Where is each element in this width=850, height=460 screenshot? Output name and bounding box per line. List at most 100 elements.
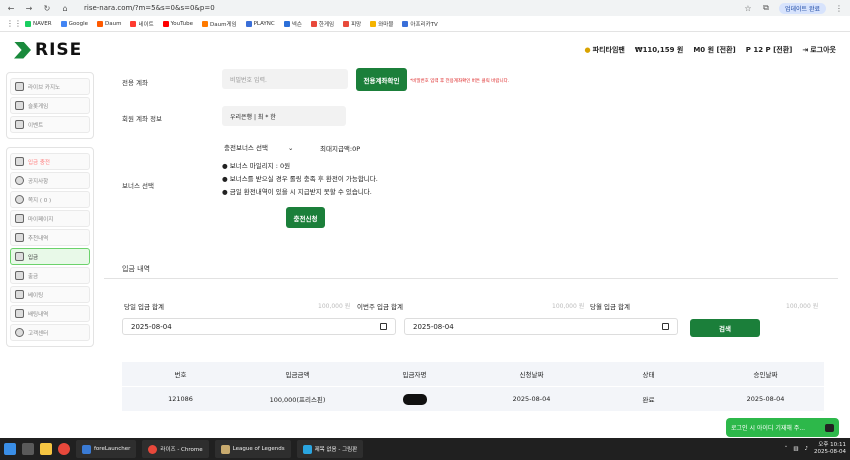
nate-icon	[130, 20, 137, 27]
sidebar-item-withdraw[interactable]: 출금	[10, 267, 90, 284]
logout-icon: ⇥	[802, 46, 809, 54]
address-bar[interactable]: rise-nara.com/?m=5&s=0&s=0&p=0	[84, 4, 215, 12]
check-account-button[interactable]: 전용계좌확인	[356, 68, 407, 91]
site-logo[interactable]: RISE	[14, 40, 82, 60]
cash-balance: ₩110,159 원	[634, 46, 684, 54]
tray-chevron-icon[interactable]: ˄	[785, 446, 788, 452]
col-header-number: 번호	[174, 371, 187, 379]
points-convert[interactable]: P 12 P [전환]	[746, 45, 793, 55]
home-icon[interactable]: ⌂	[60, 4, 70, 13]
logout-button[interactable]: ⇥ 로그아웃	[802, 45, 836, 55]
sidebar-item-live-casino[interactable]: 라이브 카지노	[10, 78, 90, 95]
sidebar-item-messages[interactable]: 쪽지 ( 0 )	[10, 191, 90, 208]
account-label: 전용 계좌	[122, 79, 148, 87]
deposit-icon	[15, 252, 24, 261]
bookmark-daum[interactable]: Daum	[97, 20, 121, 27]
monthly-sum-label: 당월 입금 합계	[590, 303, 631, 311]
user-level-icon: ●	[584, 46, 591, 54]
browser-toolbar: ← → ↻ ⌂ rise-nara.com/?m=5&s=0&s=0&p=0 ☆…	[0, 0, 850, 16]
forward-icon[interactable]: →	[24, 4, 34, 13]
search-button[interactable]: 검색	[690, 319, 760, 337]
toast-text: 로그인 시 아이디 기재해 주...	[731, 425, 806, 432]
apply-charge-button[interactable]: 충전신청	[286, 207, 325, 228]
taskbar-app-league[interactable]: League of Legends	[214, 440, 291, 458]
back-icon[interactable]: ←	[6, 4, 16, 13]
row-status: 완료	[642, 396, 655, 404]
date-to-input[interactable]: 2025-08-04	[404, 318, 678, 335]
network-icon[interactable]: ▥	[793, 446, 798, 452]
nexon-icon	[283, 20, 290, 27]
site-header: RISE ● 파티타임팬 ₩110,159 원 M0 원 [전환] P 12 P …	[0, 32, 850, 68]
bookmark-star-icon[interactable]: ☆	[743, 4, 753, 13]
bookmark-plaync[interactable]: PLAYNC	[245, 20, 275, 27]
taskbar-app-paint[interactable]: 제목 없음 - 그림판	[296, 440, 364, 458]
row-request-date: 2025-08-04	[512, 395, 551, 403]
bookmark-wamarble[interactable]: 와마블	[370, 20, 393, 28]
taskbar-app-chrome[interactable]: 라이즈 - Chrome	[142, 440, 209, 458]
calendar-icon[interactable]	[662, 323, 669, 330]
sidebar-item-mypage[interactable]: 마이페이지	[10, 210, 90, 227]
history-icon	[15, 309, 24, 318]
monthly-sum-value: 100,000 원	[786, 303, 819, 310]
sidebar-item-betting-history[interactable]: 배팅내역	[10, 305, 90, 322]
row-amount: 100,000(프리스핀)	[269, 396, 326, 404]
bookmark-nexon[interactable]: 넥슨	[283, 20, 302, 28]
paint-icon	[302, 444, 312, 454]
taskbar-app-forelauncher[interactable]: foreLauncher	[76, 440, 137, 458]
calendar-icon[interactable]	[380, 323, 387, 330]
menu-icon[interactable]: ⋮	[834, 4, 844, 13]
sidebar-item-betting[interactable]: 베이팅	[10, 286, 90, 303]
brand-name: RISE	[35, 40, 83, 60]
sidebar-item-slot[interactable]: 슬롯게임	[10, 97, 90, 114]
chat-icon[interactable]	[825, 423, 834, 432]
google-icon	[60, 20, 67, 27]
bookmark-daum-game[interactable]: Daum게임	[202, 20, 237, 28]
bookmark-youtube[interactable]: YouTube	[162, 20, 193, 27]
m-balance-convert[interactable]: M0 원 [전환]	[693, 45, 735, 55]
forelauncher-icon	[82, 444, 91, 454]
bookmark-pmang[interactable]: 피망	[343, 20, 361, 28]
row-number: 121086	[168, 395, 193, 403]
apps-grid-icon[interactable]: ⋮⋮	[6, 19, 22, 28]
sidebar-item-referral[interactable]: 추천내역	[10, 229, 90, 246]
sidebar-item-notice[interactable]: 공지사항	[10, 172, 90, 189]
system-clock[interactable]: 오후 10:11 2025-08-04	[814, 442, 846, 456]
weekly-sum-label: 이번주 입금 합계	[357, 303, 403, 311]
extensions-icon[interactable]: ⧉	[761, 3, 771, 13]
bookmark-naver[interactable]: NAVER	[25, 20, 52, 27]
naver-icon	[25, 20, 31, 27]
redacted-name	[402, 393, 427, 405]
table-header: 번호 입금금액 입금자명 신청날짜 상태 승인날짜	[122, 362, 824, 386]
sidebar-item-deposit[interactable]: 입금	[10, 248, 90, 265]
bookmark-afreecatv[interactable]: 아프리카TV	[402, 20, 438, 28]
bonus-select[interactable]: 충전보너스 선택 ⌄	[224, 142, 293, 152]
betting-icon	[15, 290, 24, 299]
col-header-approve-date: 승인날짜	[753, 371, 778, 379]
weekly-sum-value: 100,000 원	[552, 303, 585, 310]
password-input[interactable]: 비밀번호 입력.	[222, 69, 348, 89]
sidebar-item-support[interactable]: 고객센터	[10, 324, 90, 341]
daum-game-icon	[202, 20, 209, 27]
bonus-notes: ● 보너스 마일리지 : 0원 ● 보너스를 받으실 경우 롤링 충족 후 환전…	[222, 162, 378, 196]
chrome-icon	[148, 444, 158, 454]
volume-icon[interactable]: ♪	[805, 446, 809, 452]
league-icon	[220, 444, 230, 454]
chat-toast[interactable]: 로그인 시 아이디 기재해 주...	[726, 418, 839, 437]
file-explorer-icon[interactable]	[40, 443, 52, 455]
bookmark-google[interactable]: Google	[60, 20, 88, 27]
member-account-value: 우리은행 | 최 * 한	[222, 106, 346, 126]
sidebar-item-deposit-charge[interactable]: 입금 충전	[10, 153, 90, 170]
chrome-icon[interactable]	[58, 443, 70, 455]
col-header-amount: 입금금액	[285, 371, 310, 379]
date-from-input[interactable]: 2025-08-04	[122, 318, 396, 335]
windows-start-icon[interactable]	[4, 443, 16, 455]
profile-button[interactable]: 업데이트 완료	[778, 2, 826, 14]
sidebar-group-games: 라이브 카지노 슬롯게임 이벤트	[6, 72, 94, 139]
referral-icon	[15, 233, 24, 242]
bookmark-hangame[interactable]: 한게임	[310, 20, 334, 28]
task-view-icon[interactable]	[22, 443, 34, 455]
bookmark-nate[interactable]: 네이트	[130, 20, 154, 28]
reload-icon[interactable]: ↻	[42, 4, 52, 13]
sidebar-item-event[interactable]: 이벤트	[10, 116, 90, 133]
history-divider	[104, 278, 838, 279]
